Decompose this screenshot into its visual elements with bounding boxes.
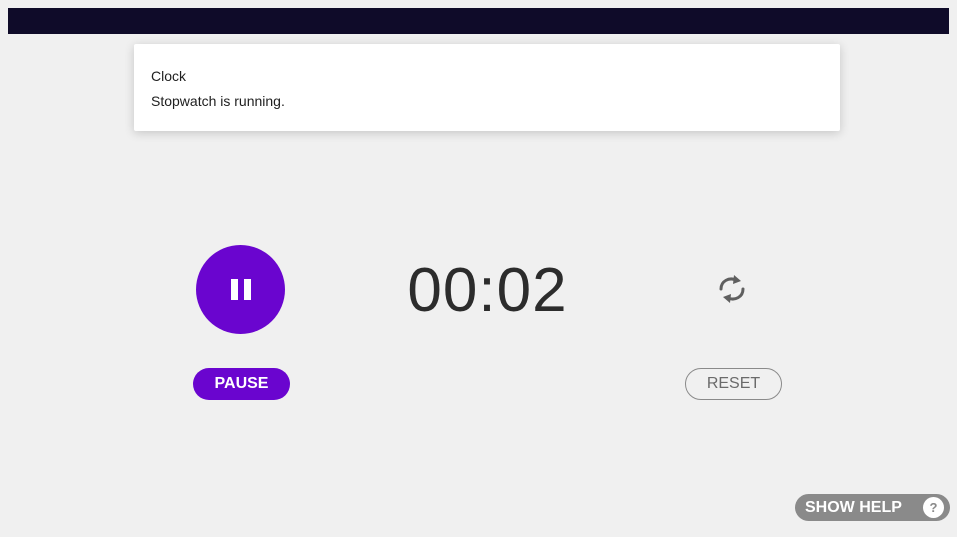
reset-icon[interactable] xyxy=(712,272,752,306)
notification-title: Clock xyxy=(151,68,187,84)
pause-icon xyxy=(230,279,251,300)
pause-label-button[interactable]: PAUSE xyxy=(193,368,290,400)
stopwatch-time: 00:02 xyxy=(407,256,568,325)
pause-button[interactable] xyxy=(196,245,285,334)
notification-card[interactable]: Clock Stopwatch is running. xyxy=(134,44,840,131)
show-help-button[interactable]: SHOW HELP ? xyxy=(795,494,950,521)
show-help-label: SHOW HELP xyxy=(805,499,902,516)
reset-button[interactable]: RESET xyxy=(685,368,782,400)
question-icon: ? xyxy=(923,497,944,518)
notification-text: Stopwatch is running. xyxy=(151,93,285,109)
status-bar xyxy=(8,8,949,34)
